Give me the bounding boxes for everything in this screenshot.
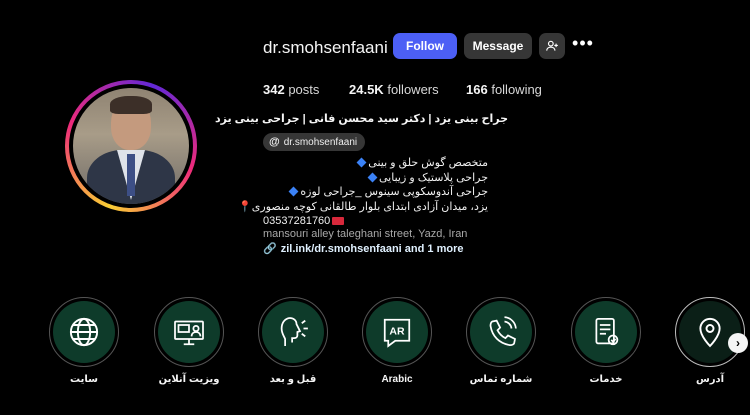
highlight-label: قبل و بعد	[269, 374, 317, 385]
link-text: zil.ink/dr.smohsenfaani and 1 more	[280, 242, 464, 255]
bio-phone-line: 03537281760	[263, 214, 488, 229]
highlight-cover	[262, 301, 324, 363]
avatar-photo	[73, 88, 189, 204]
highlight-cover	[575, 301, 637, 363]
blue-diamond-icon	[356, 157, 367, 168]
flag-icon	[332, 217, 345, 226]
highlight-label: ویزیت آنلاین	[158, 374, 220, 385]
following-count: 166	[466, 82, 488, 97]
highlight-label: Arabic	[381, 374, 413, 385]
highlight-contact-number[interactable]	[466, 297, 536, 367]
threads-icon: @	[269, 136, 280, 148]
ar-badge-icon: AR	[383, 318, 411, 348]
highlight-services[interactable]	[571, 297, 641, 367]
pin-icon: 📍	[238, 200, 252, 213]
add-person-icon	[546, 40, 558, 51]
highlight-cover	[158, 301, 220, 363]
highlight-label: آدرس	[695, 374, 725, 385]
profile-full-name: جراح بینی یزد | دکتر سید محسن فانی | جرا…	[214, 113, 508, 125]
following-stat[interactable]: 166 following	[466, 82, 542, 97]
suggested-accounts-button[interactable]	[539, 33, 565, 59]
highlight-label: خدمات	[589, 374, 623, 385]
posts-count: 342	[263, 82, 285, 97]
business-address[interactable]: mansouri alley taleghani street, Yazd, I…	[263, 228, 467, 240]
following-label: following	[491, 82, 542, 97]
more-options-icon[interactable]: •••	[572, 34, 594, 56]
threads-badge[interactable]: @ dr.smohsenfaani	[263, 133, 366, 151]
highlight-before-after[interactable]	[258, 297, 328, 367]
blue-diamond-icon	[367, 172, 378, 182]
highlight-online-visit[interactable]	[154, 297, 224, 367]
highlight-cover	[53, 301, 115, 363]
bio-line: جراحی آندوسکوپی سینوس _جراحی لوزه	[263, 185, 488, 200]
profile-username: dr.smohsenfaani	[263, 38, 388, 57]
highlights-next-arrow[interactable]: ›	[728, 333, 748, 353]
location-pin-icon	[699, 317, 721, 348]
phone-icon	[489, 316, 517, 347]
face-profile-icon	[280, 317, 308, 346]
posts-stat: 342 posts	[263, 82, 319, 97]
profile-bio: متخصص گوش حلق و بینی جراحی پلاستیک و زیب…	[238, 156, 488, 229]
avatar-border	[69, 84, 193, 208]
blue-diamond-icon	[288, 186, 299, 197]
checklist-icon	[595, 318, 619, 346]
bio-line: متخصص گوش حلق و بینی	[263, 156, 488, 171]
followers-label: followers	[387, 82, 439, 97]
phone-number: 03537281760	[263, 215, 331, 227]
message-button[interactable]: Message	[464, 33, 532, 59]
highlight-label: سایت	[70, 374, 98, 385]
highlight-website[interactable]	[49, 297, 119, 367]
followers-count: 24.5K	[349, 82, 384, 97]
highlight-cover: AR	[366, 301, 428, 363]
posts-label: posts	[288, 82, 320, 97]
threads-handle: dr.smohsenfaani	[283, 136, 358, 148]
highlight-cover	[470, 301, 532, 363]
followers-stat[interactable]: 24.5K followers	[349, 82, 439, 97]
link-icon: 🔗	[263, 243, 277, 255]
highlight-cover	[679, 301, 741, 363]
external-link[interactable]: 🔗 zil.ink/dr.smohsenfaani and 1 more	[263, 242, 464, 256]
bio-line: جراحی پلاستیک و زیبایی	[263, 171, 488, 186]
avatar-hair	[110, 96, 152, 114]
globe-icon	[69, 317, 99, 347]
svg-text:AR: AR	[389, 326, 405, 338]
online-visit-icon	[174, 320, 204, 346]
profile-avatar[interactable]	[65, 80, 197, 212]
avatar-tie	[127, 154, 135, 196]
follow-button[interactable]: Follow	[393, 33, 457, 59]
bio-address-line: یزد، میدان آزادی ابتدای بلوار طالقانی کو…	[238, 200, 488, 213]
highlight-label: شماره تماس	[469, 374, 533, 385]
highlight-address[interactable]	[675, 297, 745, 367]
highlight-arabic[interactable]: AR	[362, 297, 432, 367]
